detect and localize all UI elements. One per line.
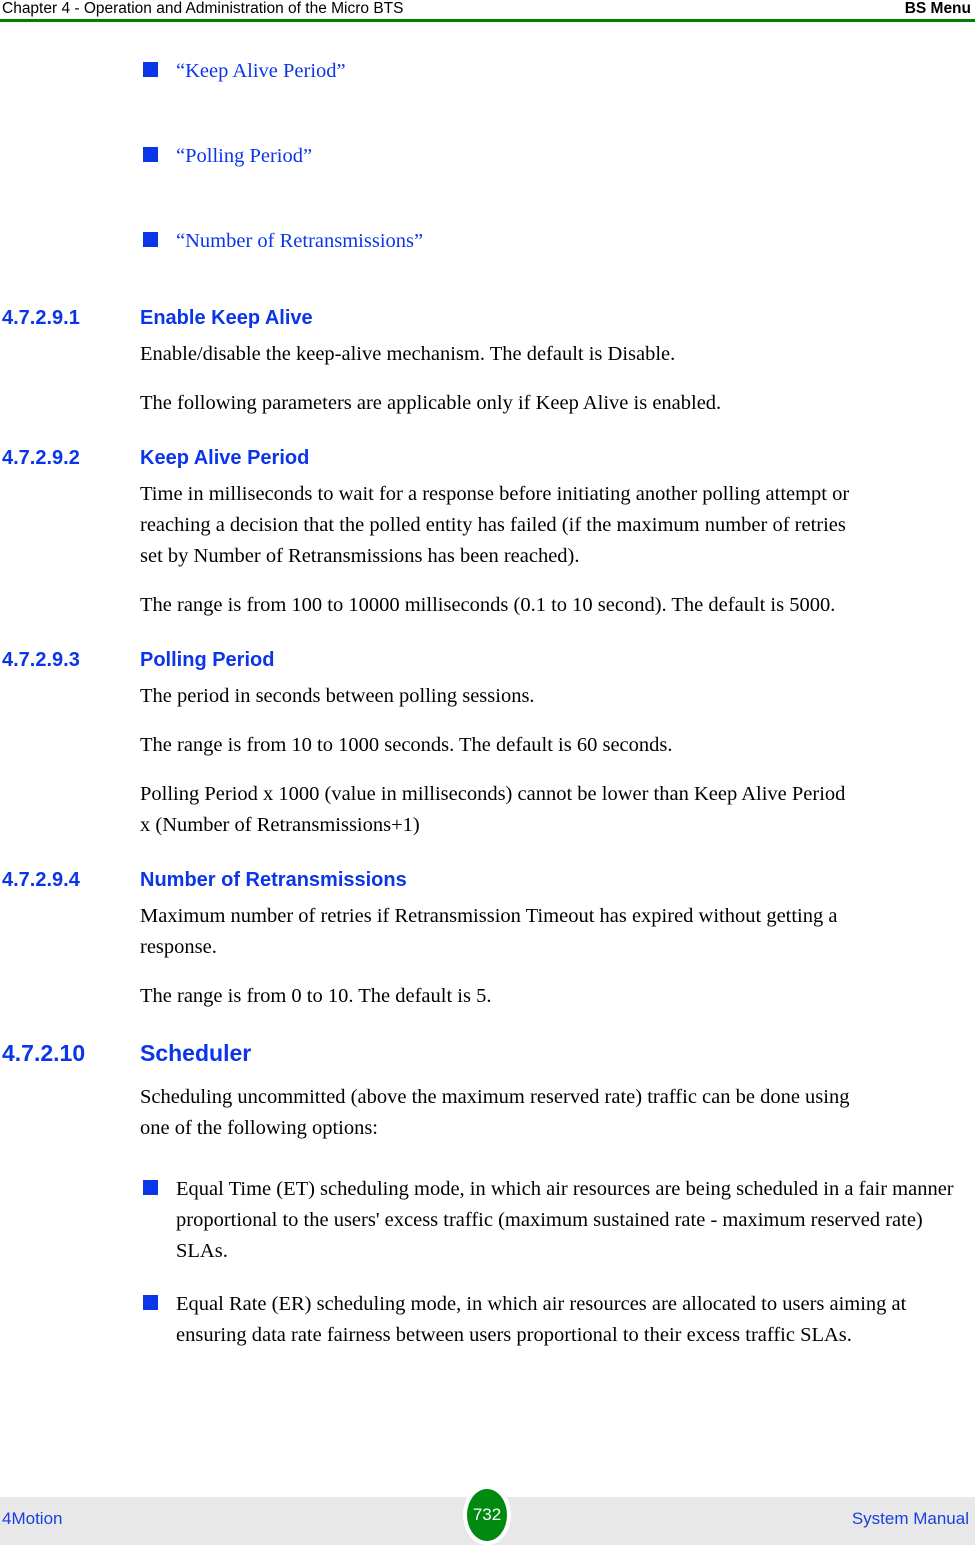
link-keep-alive-period[interactable]: “Keep Alive Period” (176, 56, 975, 87)
square-bullet-icon (143, 62, 158, 77)
square-bullet-icon (143, 1180, 158, 1195)
footer-product-name: 4Motion (2, 1509, 63, 1528)
page-header: Chapter 4 - Operation and Administration… (0, 0, 975, 22)
header-chapter-title: Chapter 4 - Operation and Administration… (2, 0, 404, 17)
list-item: Equal Time (ET) scheduling mode, in whic… (0, 1174, 975, 1267)
paragraph: Time in milliseconds to wait for a respo… (140, 483, 850, 567)
list-item: Equal Rate (ER) scheduling mode, in whic… (0, 1289, 975, 1351)
header-section-label: BS Menu (904, 0, 971, 17)
heading-number-of-retransmissions: 4.7.2.9.4 Number of Retransmissions (0, 867, 975, 893)
paragraph: The range is from 10 to 1000 seconds. Th… (140, 734, 673, 756)
square-bullet-icon (143, 1295, 158, 1310)
section-number: 4.7.2.9.3 (2, 649, 80, 671)
paragraph: The range is from 100 to 10000 milliseco… (140, 594, 836, 616)
paragraph: Polling Period x 1000 (value in millisec… (140, 783, 846, 836)
section-title: Scheduler (140, 1040, 252, 1066)
document-page: Chapter 4 - Operation and Administration… (0, 0, 975, 1545)
page-content: “Keep Alive Period” “Polling Period” “Nu… (0, 22, 975, 1351)
heading-enable-keep-alive: 4.7.2.9.1 Enable Keep Alive (0, 305, 975, 331)
section-number: 4.7.2.9.4 (2, 869, 80, 891)
list-item[interactable]: “Polling Period” (0, 141, 975, 172)
list-item[interactable]: “Keep Alive Period” (0, 56, 975, 87)
scheduler-option-equal-time: Equal Time (ET) scheduling mode, in whic… (176, 1178, 954, 1262)
square-bullet-icon (143, 147, 158, 162)
paragraph: The range is from 0 to 10. The default i… (140, 985, 492, 1007)
footer-document-name: System Manual (851, 1509, 969, 1528)
section-title: Enable Keep Alive (140, 307, 313, 329)
heading-scheduler: 4.7.2.10 Scheduler (0, 1038, 975, 1068)
section-number: 4.7.2.10 (2, 1040, 86, 1066)
paragraph: The period in seconds between polling se… (140, 685, 535, 707)
link-polling-period[interactable]: “Polling Period” (176, 141, 975, 172)
page-number-badge-ring: 732 (463, 1485, 511, 1545)
list-item[interactable]: “Number of Retransmissions” (0, 226, 975, 257)
paragraph: The following parameters are applicable … (140, 392, 722, 414)
page-number: 732 (467, 1489, 507, 1541)
section-title: Polling Period (140, 649, 275, 671)
section-title: Keep Alive Period (140, 447, 310, 469)
heading-polling-period: 4.7.2.9.3 Polling Period (0, 647, 975, 673)
paragraph: Maximum number of retries if Retransmiss… (140, 905, 838, 958)
square-bullet-icon (143, 232, 158, 247)
section-number: 4.7.2.9.1 (2, 307, 80, 329)
paragraph: Scheduling uncommitted (above the maximu… (140, 1086, 850, 1139)
section-number: 4.7.2.9.2 (2, 447, 80, 469)
paragraph: Enable/disable the keep-alive mechanism.… (140, 343, 676, 365)
section-title: Number of Retransmissions (140, 869, 407, 891)
link-number-of-retransmissions[interactable]: “Number of Retransmissions” (176, 226, 975, 257)
heading-keep-alive-period: 4.7.2.9.2 Keep Alive Period (0, 445, 975, 471)
scheduler-option-equal-rate: Equal Rate (ER) scheduling mode, in whic… (176, 1293, 907, 1346)
